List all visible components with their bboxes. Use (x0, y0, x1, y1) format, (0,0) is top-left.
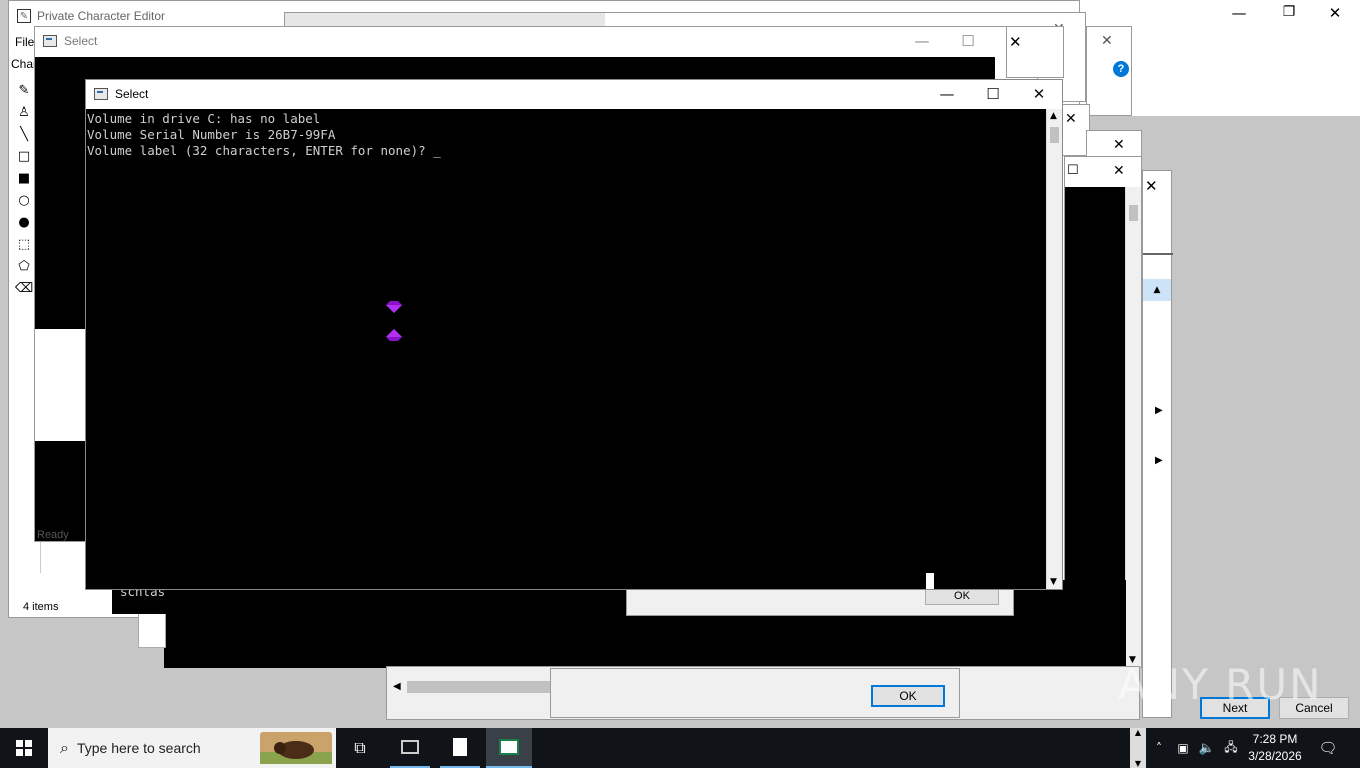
scroll-up-arrow-icon[interactable]: ▲ (1050, 111, 1057, 121)
taskbar-app-console[interactable] (390, 728, 430, 768)
character-editor-taskbar-icon (499, 739, 519, 755)
select-back-title: Select (64, 34, 98, 48)
freeform-select-tool-icon[interactable]: ⬠ (15, 257, 33, 275)
search-placeholder: Type here to search (76, 740, 201, 756)
eraser-tool-icon[interactable]: ⌫ (15, 279, 33, 297)
maximize-icon[interactable]: ☐ (945, 27, 991, 55)
console-line: Volume label (32 characters, ENTER for n… (87, 143, 1046, 159)
brush-tool-icon[interactable]: ♙ (15, 103, 33, 121)
select-front-titlebar: Select (86, 80, 1062, 108)
outer-close-button[interactable]: ✕ (1320, 4, 1350, 24)
cascade4-divider (1143, 253, 1173, 255)
ok-button-bottom[interactable]: OK (871, 685, 945, 707)
help-icon[interactable]: ? (1113, 61, 1129, 77)
clock-date: 3/28/2026 (1248, 749, 1302, 763)
console-prompt: Volume label (32 characters, ENTER for n… (87, 143, 426, 158)
clock[interactable]: 7:28 PM 3/28/2026 (1244, 731, 1306, 765)
maximize-icon[interactable]: ☐ (970, 80, 1016, 108)
volume-icon[interactable]: 🔈 (1196, 728, 1218, 768)
pencil-tool-icon[interactable]: ✎ (15, 81, 33, 99)
mid-maximize-icon[interactable]: ☐ (1067, 163, 1079, 178)
hollow-rectangle-tool-icon[interactable]: □ (15, 147, 33, 165)
scroll-down-arrow-icon[interactable]: ▼ (1050, 577, 1057, 587)
submenu-arrow-icon[interactable]: ▶ (1155, 405, 1163, 416)
console-line: Volume Serial Number is 26B7-99FA (87, 127, 336, 142)
minimize-icon[interactable]: — (924, 80, 970, 108)
filled-ellipse-tool-icon[interactable]: ● (15, 213, 33, 231)
filled-rectangle-tool-icon[interactable]: ■ (15, 169, 33, 187)
select-front-scrollbar-thumb[interactable] (1050, 127, 1059, 143)
network-icon[interactable]: 🖧 (1220, 728, 1242, 768)
cascade4-close-icon[interactable]: ✕ (1145, 177, 1158, 195)
select-back-status: Ready (37, 529, 69, 541)
mid-scrollbar-thumb[interactable] (1129, 205, 1138, 221)
hollow-ellipse-tool-icon[interactable]: ○ (15, 191, 33, 209)
select-front-title: Select (115, 87, 149, 101)
bg2-close-icon[interactable]: ✕ (1101, 33, 1113, 49)
notifications-icon[interactable]: 🗨 (1310, 728, 1346, 768)
pce-title: Private Character Editor (37, 9, 166, 23)
select-window-front: Select — ☐ ✕ Volume in drive C: has no l… (85, 79, 1063, 590)
taskbar-search-box[interactable]: ⌕ Type here to search (48, 728, 336, 768)
mid-scrollbar[interactable]: ▼ (1125, 187, 1141, 667)
windows-logo-icon (16, 740, 32, 756)
select-back-titlebar: Select (35, 27, 1037, 55)
outer-minimize-button[interactable]: — (1224, 4, 1254, 24)
console-line: Volume in drive C: has no label (87, 111, 321, 126)
document-taskbar-icon (453, 738, 467, 756)
start-button[interactable] (0, 728, 48, 768)
taskbar-app-notepad[interactable] (440, 728, 480, 768)
cascade3-close-icon[interactable]: ✕ (1113, 137, 1125, 153)
close-icon[interactable]: ✕ (1016, 80, 1062, 108)
taskbar-scroll-up-icon[interactable]: ▲ (1135, 728, 1141, 737)
cascade2-close-icon[interactable]: ✕ (1065, 111, 1077, 127)
purple-gem-icon (386, 329, 402, 341)
text-cursor: _ (433, 143, 441, 158)
rect-select-tool-icon[interactable]: ⬚ (15, 235, 33, 253)
minimize-icon[interactable]: — (899, 27, 945, 55)
scroll-up-arrow-icon[interactable]: ▲ (1143, 279, 1171, 301)
taskbar-app-character-editor[interactable] (486, 728, 532, 768)
show-hidden-icons-chevron-icon[interactable]: ˄ (1150, 728, 1168, 768)
white-block-cursor (926, 573, 934, 589)
task-view-icon[interactable]: ⧉ (340, 728, 380, 768)
taskbar: ⌕ Type here to search ⧉ ▲ ▼ ˄ ▣ 🔈 🖧 7:28… (0, 728, 1360, 768)
mid-close-icon[interactable]: ✕ (1113, 163, 1125, 179)
submenu-arrow-icon[interactable]: ▶ (1155, 455, 1163, 466)
console-taskbar-icon (401, 740, 419, 754)
select-back-white-block (35, 329, 87, 441)
hscroll-left-arrow-icon[interactable]: ◀ (393, 681, 401, 692)
select-front-caption-buttons: — ☐ ✕ (924, 80, 1062, 108)
background-window-2: ✕ ? (1086, 26, 1132, 116)
taskbar-scroll-down-icon[interactable]: ▼ (1135, 759, 1141, 768)
select-front-console[interactable]: Volume in drive C: has no label Volume S… (86, 109, 1046, 589)
pencil-app-icon: ✎ (17, 9, 31, 23)
console-app-icon (43, 35, 57, 47)
small-white-window-left (138, 610, 166, 648)
line-tool-icon[interactable]: ╲ (15, 125, 33, 143)
search-icon: ⌕ (60, 738, 69, 757)
clock-time: 7:28 PM (1252, 732, 1298, 746)
outer-restore-button[interactable]: ❐ (1274, 4, 1304, 24)
cascade1-close-icon[interactable]: ✕ (1009, 33, 1022, 51)
anyrun-watermark: ANY RUN (1118, 660, 1323, 709)
console-app-icon (94, 88, 108, 100)
cascade-window-4: ✕ ▲ ▶ ▶ (1142, 170, 1173, 718)
meet-now-icon[interactable]: ▣ (1172, 728, 1194, 768)
select-front-scrollbar[interactable]: ▲ ▼ (1046, 109, 1062, 589)
hscroll-thumb[interactable] (407, 681, 557, 693)
cascade-window-1: ✕ (1006, 26, 1064, 78)
purple-gem-icon (386, 301, 402, 313)
taskbar-scroll[interactable]: ▲ ▼ (1130, 728, 1146, 768)
pce-items-count: 4 items (23, 601, 59, 613)
search-highlight-bison-icon (260, 732, 332, 764)
pce-menu-file[interactable]: File (15, 35, 34, 49)
background-window-1-tab (285, 13, 605, 27)
ok-dialog-bottom: OK (550, 668, 960, 718)
